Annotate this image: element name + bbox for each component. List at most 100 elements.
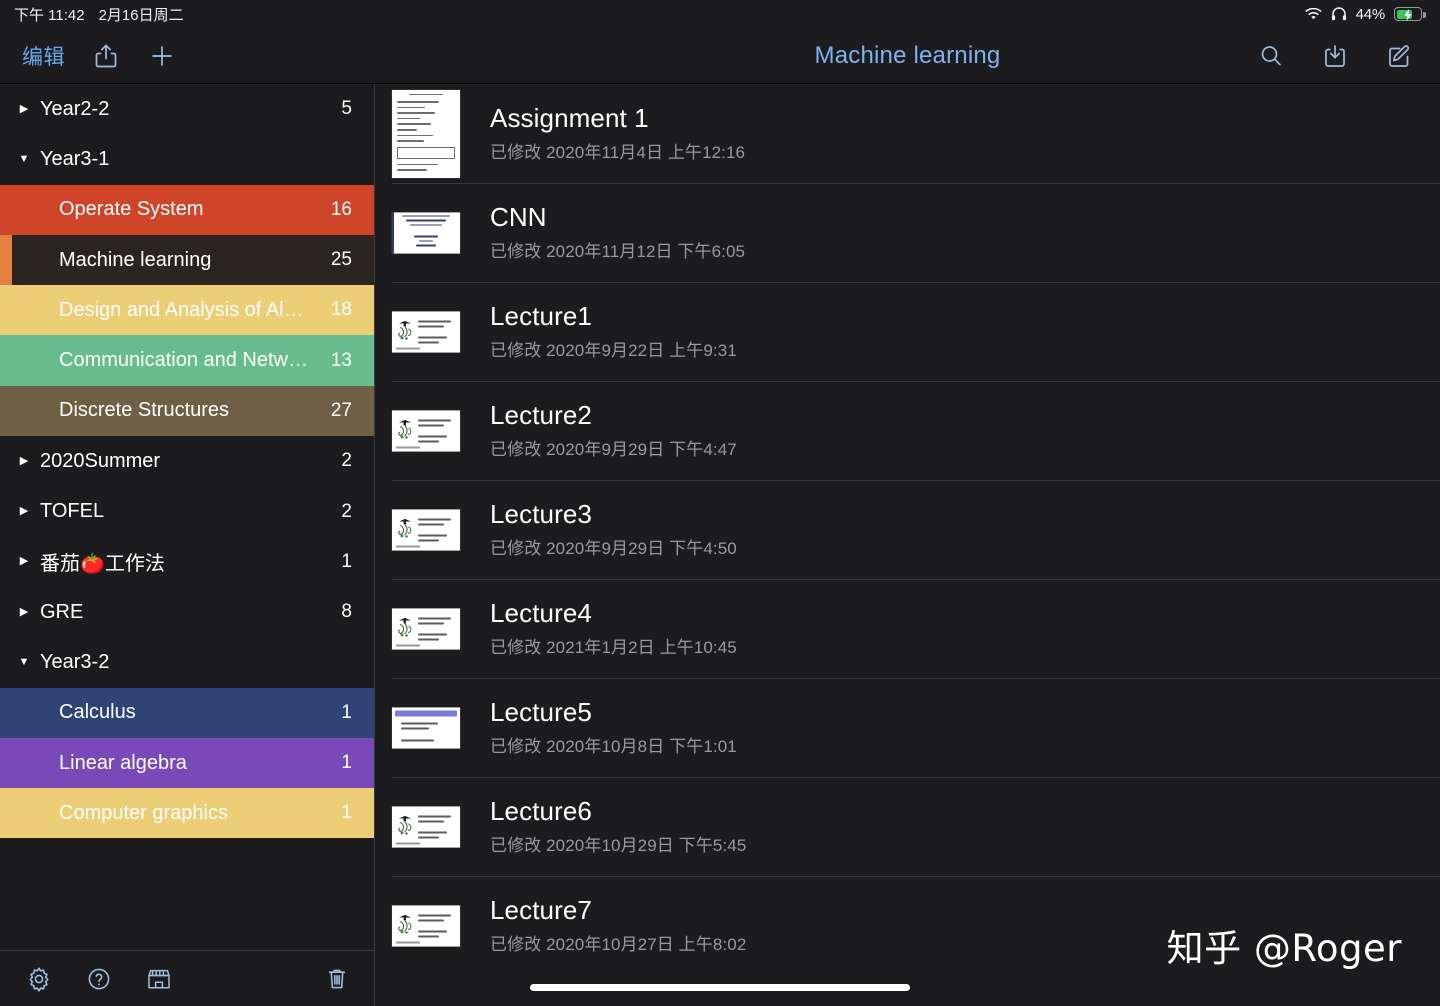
sidebar-item-label: Calculus [59,701,136,724]
sidebar-item-label: 2020Summer [40,449,161,472]
sidebar-item-discrete-structures[interactable]: Discrete Structures 27 [0,385,374,437]
note-modified-date: 已修改 2020年9月22日 上午9:31 [490,341,737,361]
sidebar-item-label: 番茄🍅工作法 [40,553,165,576]
sidebar-item-label: Discrete Structures [59,399,230,422]
chevron-down-icon[interactable]: ▼ [16,656,32,668]
status-bar-right: 44% [1304,6,1426,23]
chevron-right-icon[interactable]: ▶ [16,606,32,618]
selected-accent-bar [0,234,12,286]
note-text-block: Lecture5 已修改 2020年10月8日 下午1:01 [490,696,737,758]
note-list-item[interactable]: CNN 已修改 2020年11月12日 下午6:05 [375,183,1440,282]
compose-icon[interactable] [1384,41,1414,71]
note-modified-date: 已修改 2020年11月12日 下午6:05 [490,242,746,262]
note-title: Lecture5 [490,696,592,727]
sidebar-item-count: 18 [330,299,352,321]
notability-app-window: 下午 11:42 2月16日周二 44% 编辑 Machine learning… [0,0,1440,1006]
note-title: Lecture3 [490,498,592,529]
sidebar-item-year2-2[interactable]: ▶ Year2-2 5 [0,84,374,135]
note-modified-date: 已修改 2021年1月2日 上午10:45 [490,638,737,658]
sidebar-item-count: 13 [330,349,352,371]
note-modified-date: 已修改 2020年10月8日 下午1:01 [490,737,737,757]
status-date: 2月16日周二 [98,6,184,24]
edit-button[interactable]: 编辑 [22,41,65,71]
sidebar-item-count: 2 [341,450,352,472]
sidebar-item-linear-algebra[interactable]: Linear algebra 1 [0,737,374,789]
note-list-item[interactable]: Lecture4 已修改 2021年1月2日 上午10:45 [375,579,1440,678]
top-navigation-bar: 编辑 Machine learning [0,28,1440,84]
sidebar-item-label: Linear algebra [59,751,187,774]
trash-icon[interactable] [322,964,352,994]
sidebar-item-count: 16 [330,198,352,220]
note-modified-date: 已修改 2020年10月27日 上午8:02 [490,935,747,955]
nav-left-group: 编辑 [0,41,375,71]
note-modified-date: 已修改 2020年10月29日 下午5:45 [490,836,747,856]
wifi-icon [1304,7,1322,21]
note-text-block: Lecture4 已修改 2021年1月2日 上午10:45 [490,597,737,659]
note-title: Lecture1 [490,300,592,331]
note-title: Lecture7 [490,894,592,925]
chevron-right-icon[interactable]: ▶ [16,506,32,517]
sidebar-item-communication-and-netw[interactable]: Communication and Netw… 13 [0,335,374,386]
note-list-item[interactable]: Lecture7 已修改 2020年10月27日 上午8:02 [375,876,1440,975]
note-list-item[interactable]: Assignment 1 已修改 2020年11月4日 上午12:16 [375,84,1440,183]
chevron-right-icon[interactable]: ▶ [16,556,32,567]
sidebar-item-computer-graphics[interactable]: Computer graphics 1 [0,788,374,839]
note-title: CNN [490,201,547,232]
share-icon[interactable] [91,41,121,71]
sidebar-item-count: 1 [341,550,352,572]
sidebar-item-gre[interactable]: ▶ GRE 8 [0,586,374,638]
sidebar-footer-toolbar [0,950,374,1006]
sidebar-item-label: Year3-2 [40,650,110,673]
status-bar-left: 下午 11:42 2月16日周二 [14,4,184,25]
sidebar-item-label: TOFEL [40,500,105,523]
plus-icon[interactable] [147,41,177,71]
note-title: Lecture2 [490,399,592,430]
note-title: Lecture4 [490,597,592,628]
note-text-block: Lecture7 已修改 2020年10月27日 上午8:02 [490,894,747,956]
store-icon[interactable] [144,964,174,994]
sidebar-item-label: Year2-2 [40,97,110,120]
sidebar-item-label: Computer graphics [59,801,228,824]
subject-sidebar: ▶ Year2-2 5 ▼ Year3-1 Operate System 16 Machine… [0,84,375,1006]
sidebar-item-count: 1 [341,701,352,723]
note-title: Lecture6 [490,795,592,826]
note-list-item[interactable]: Lecture1 已修改 2020年9月22日 上午9:31 [375,282,1440,381]
import-download-icon[interactable] [1320,41,1350,71]
note-list-item[interactable]: Lecture2 已修改 2020年9月29日 下午4:47 [375,381,1440,480]
sidebar-item-year3-1[interactable]: ▼ Year3-1 [0,134,374,185]
sidebar-item-design-and-analysis-of-al[interactable]: Design and Analysis of Al… 18 [0,285,374,336]
chevron-right-icon[interactable]: ▶ [16,103,32,115]
home-indicator [530,984,910,991]
sidebar-item-count: 1 [341,802,352,824]
sidebar-row-list[interactable]: ▶ Year2-2 5 ▼ Year3-1 Operate System 16 Machine… [0,84,374,950]
note-list-item[interactable]: Lecture5 已修改 2020年10月8日 下午1:01 [375,678,1440,777]
sidebar-item-label: Machine learning [59,248,212,271]
gear-icon[interactable] [24,964,54,994]
sidebar-item-label: Operate System [59,198,204,221]
sidebar-item-year3-2[interactable]: ▼ Year3-2 [0,637,374,688]
sidebar-item-machine-learning[interactable]: Machine learning 25 [0,234,374,286]
sidebar-item-label: Communication and Netw… [59,349,308,372]
note-text-block: CNN 已修改 2020年11月12日 下午6:05 [490,201,746,263]
note-modified-date: 已修改 2020年11月4日 上午12:16 [490,143,746,163]
sidebar-item-label: GRE [40,600,84,623]
sidebar-item-count: 5 [341,98,352,120]
headphones-icon [1331,7,1347,21]
chevron-right-icon[interactable]: ▶ [16,455,32,467]
sidebar-item-tofel[interactable]: ▶ TOFEL 2 [0,486,374,537]
sidebar-item-2020summer[interactable]: ▶ 2020Summer 2 [0,436,374,487]
search-icon[interactable] [1256,41,1286,71]
note-list-item[interactable]: Lecture6 已修改 2020年10月29日 下午5:45 [375,777,1440,876]
sidebar-item-count: 8 [341,601,352,623]
sidebar-item-operate-system[interactable]: Operate System 16 [0,184,374,235]
sidebar-item-[interactable]: ▶ 番茄🍅工作法 1 [0,536,374,587]
sidebar-item-count: 1 [341,752,352,773]
sidebar-item-calculus[interactable]: Calculus 1 [0,687,374,738]
battery-charging-icon [1394,7,1426,21]
question-circle-icon[interactable] [84,964,114,994]
note-list[interactable]: Assignment 1 已修改 2020年11月4日 上午12:16 CNN 已修改… [375,84,1440,1006]
note-list-item[interactable]: Lecture3 已修改 2020年9月29日 下午4:50 [375,480,1440,579]
sidebar-item-count: 25 [330,249,352,271]
chevron-down-icon[interactable]: ▼ [16,153,32,165]
sidebar-item-label: Design and Analysis of Al… [59,298,304,321]
